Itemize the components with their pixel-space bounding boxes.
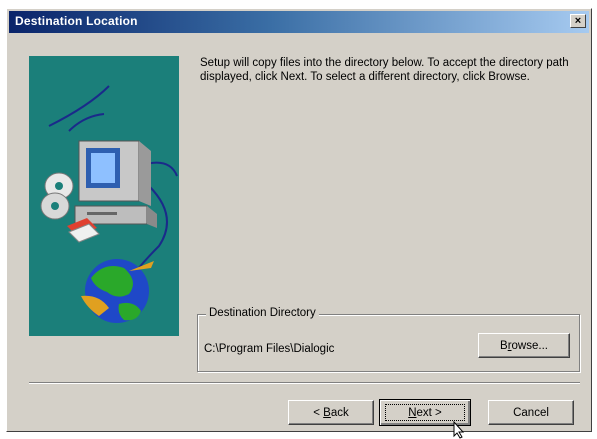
destination-path: C:\Program Files\Dialogic bbox=[204, 343, 335, 355]
close-button[interactable]: × bbox=[570, 14, 586, 28]
browse-button[interactable]: Browse... bbox=[478, 333, 570, 358]
cancel-button[interactable]: Cancel bbox=[488, 400, 574, 425]
intro-text: Setup will copy files into the directory… bbox=[200, 57, 569, 83]
cd-icon bbox=[40, 172, 74, 220]
title-bar[interactable]: Destination Location × bbox=[9, 11, 589, 33]
globe-icon bbox=[81, 259, 154, 323]
destination-location-dialog: Destination Location × Setup will copy f… bbox=[6, 8, 592, 439]
setup-artwork bbox=[29, 56, 179, 336]
destination-directory-group: Destination Directory C:\Program Files\D… bbox=[197, 307, 580, 372]
computer-icon bbox=[74, 140, 157, 228]
setup-illustration bbox=[40, 85, 178, 323]
focus-rect bbox=[385, 404, 465, 421]
close-icon: × bbox=[574, 15, 582, 27]
window-title: Destination Location bbox=[15, 14, 138, 28]
destination-directory-label: Destination Directory bbox=[206, 307, 319, 319]
cursor-icon bbox=[453, 421, 465, 439]
back-button[interactable]: < Back bbox=[288, 400, 374, 425]
separator bbox=[29, 382, 580, 384]
